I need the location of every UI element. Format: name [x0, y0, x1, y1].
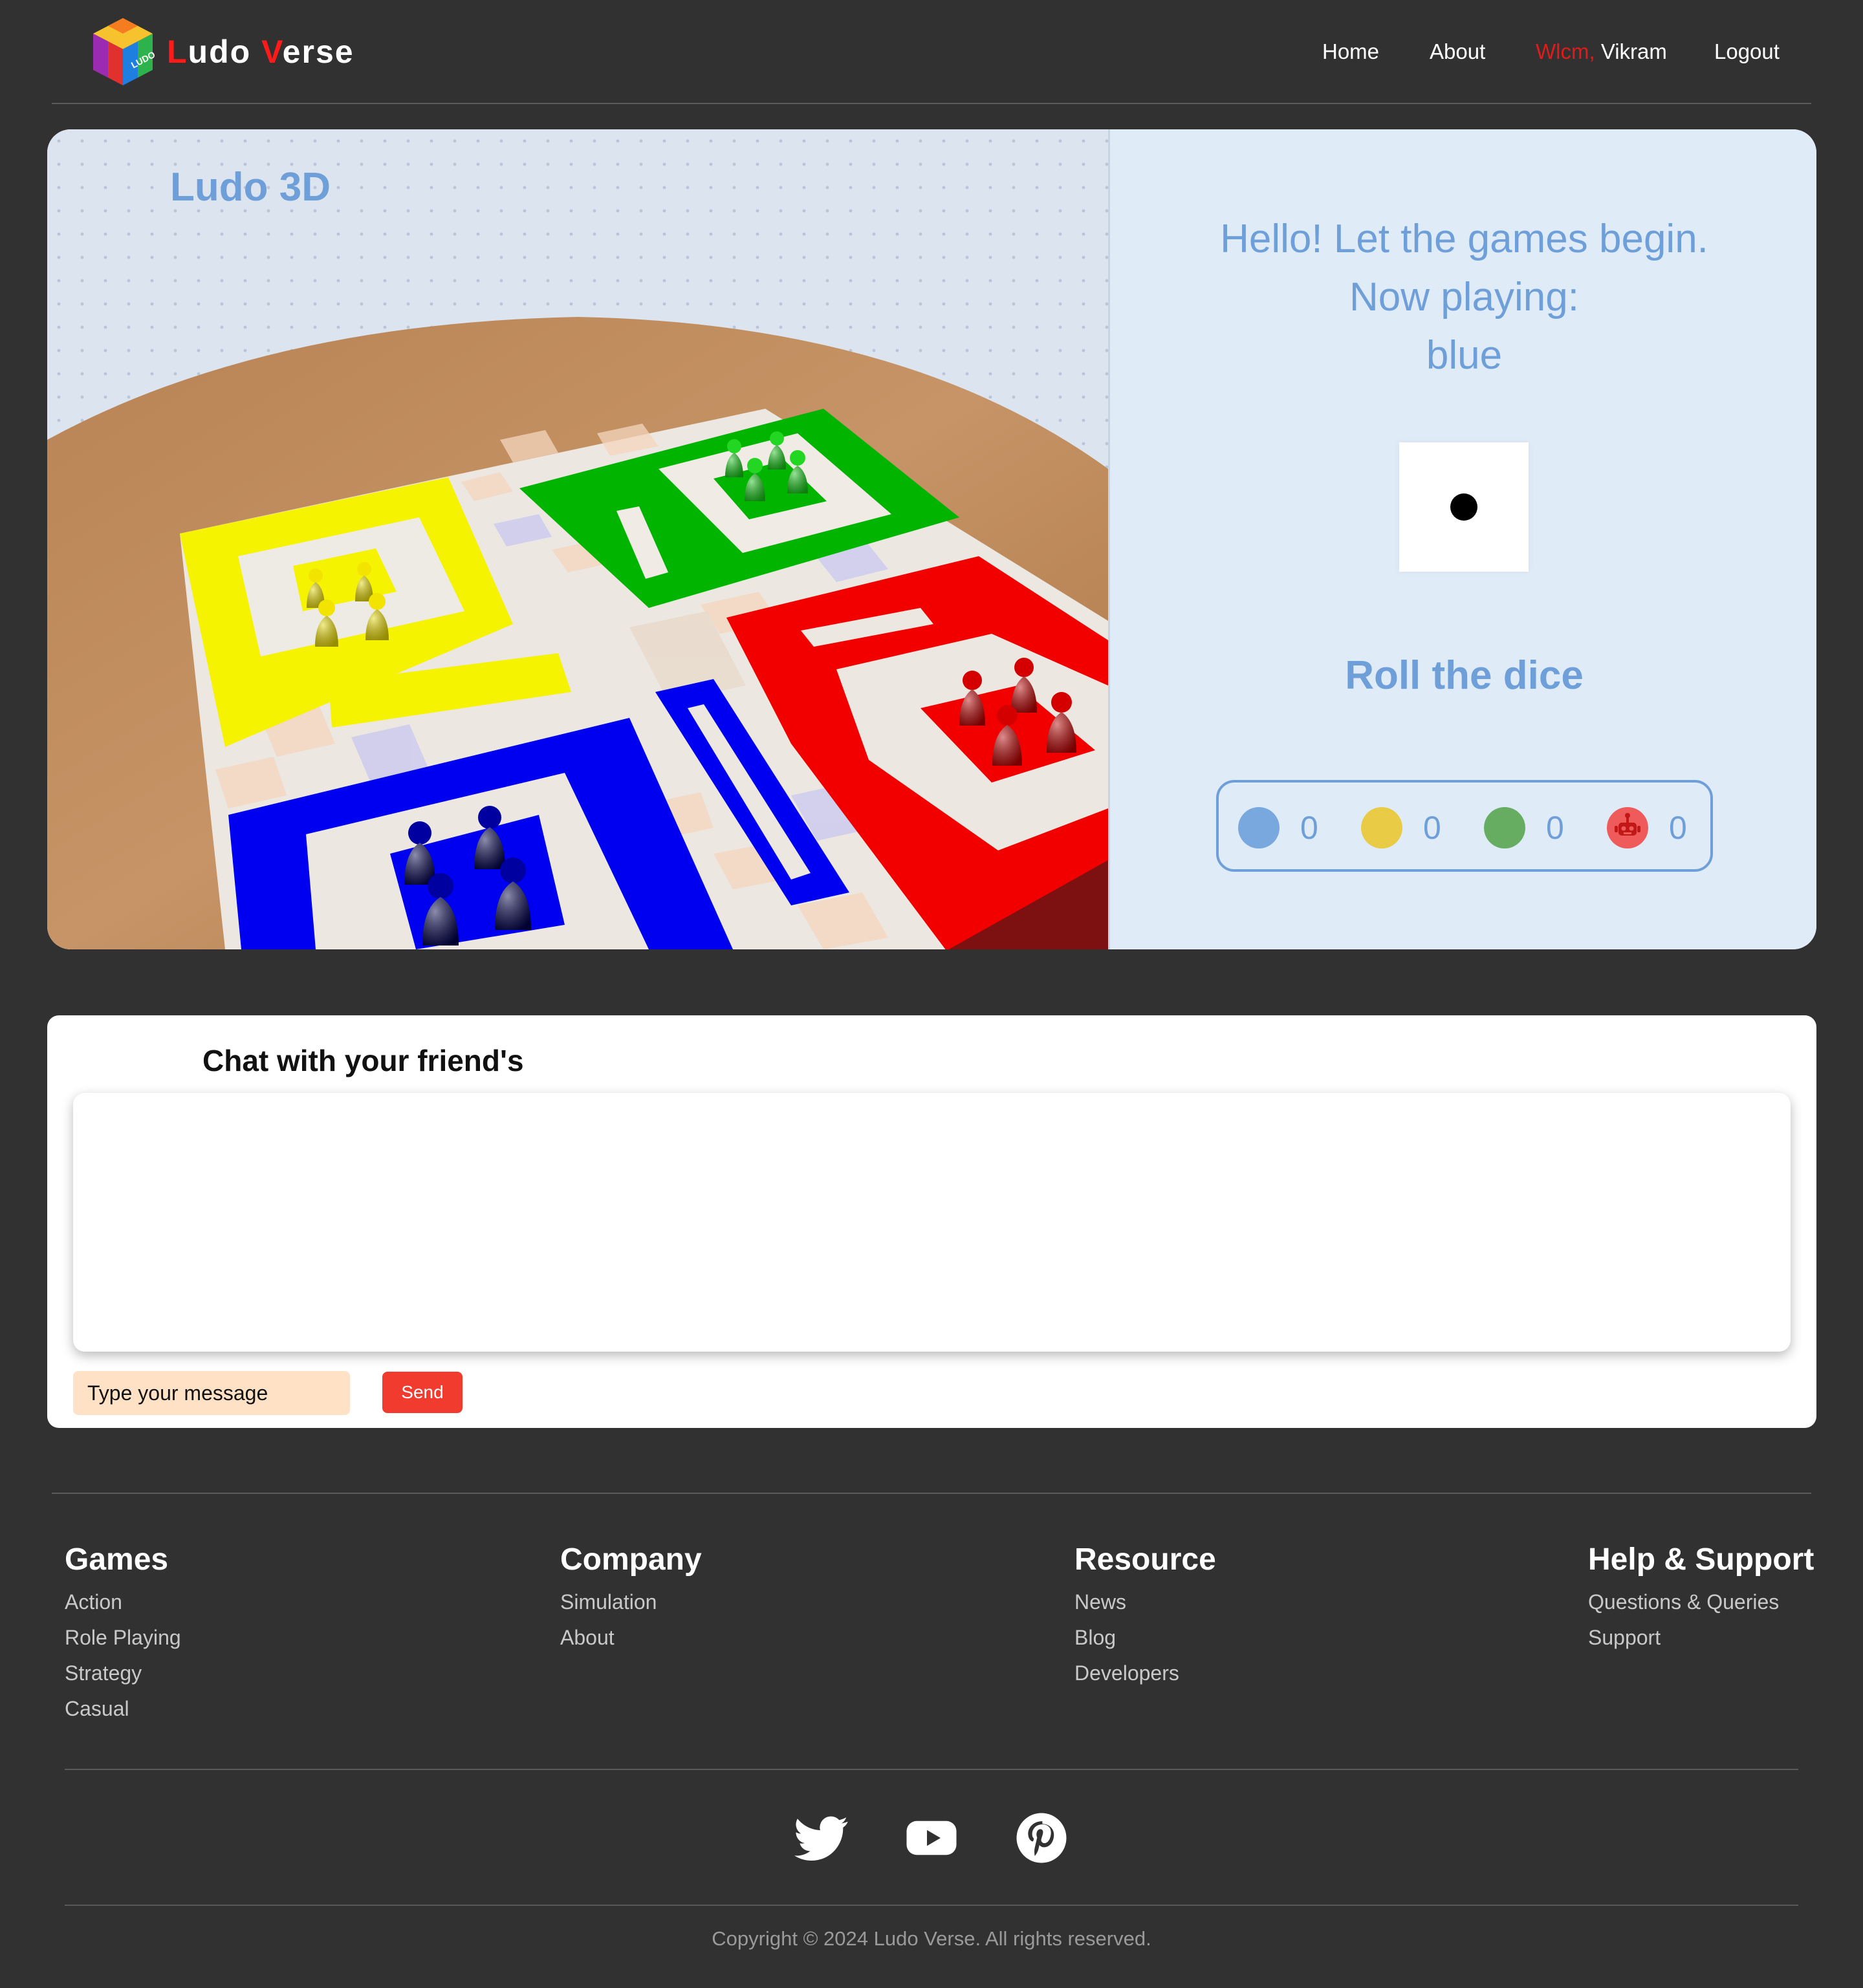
- game-card: Ludo 3D Hello! Let the games begin. Now …: [47, 129, 1816, 949]
- footer-link-about[interactable]: About: [560, 1620, 702, 1656]
- scoreboard: 0 0 0 0: [1216, 780, 1713, 872]
- green-player-dot-icon: [1484, 807, 1525, 848]
- footer-link-role-playing[interactable]: Role Playing: [65, 1620, 181, 1656]
- score-yellow-value: 0: [1423, 810, 1441, 846]
- blue-player-dot-icon: [1238, 807, 1280, 848]
- game-message: Hello! Let the games begin. Now playing:…: [1110, 210, 1816, 385]
- footer-column-resource: Resource News Blog Developers: [1074, 1539, 1216, 1691]
- nav-home-link[interactable]: Home: [1322, 36, 1379, 67]
- game-title: Ludo 3D: [170, 165, 331, 210]
- current-player-label: blue: [1426, 333, 1503, 378]
- site-header: LUDO Ludo Verse Home About Wlcm, Vikram …: [0, 0, 1863, 105]
- footer-link-casual[interactable]: Casual: [65, 1691, 181, 1727]
- footer-link-news[interactable]: News: [1074, 1584, 1216, 1620]
- score-green-value: 0: [1546, 810, 1564, 846]
- score-red-value: 0: [1669, 810, 1687, 846]
- footer-divider-middle: [65, 1769, 1798, 1770]
- brand-name[interactable]: Ludo Verse: [167, 31, 354, 72]
- brand-word-erse: erse: [282, 34, 354, 70]
- header-divider: [52, 103, 1811, 104]
- twitter-icon[interactable]: [794, 1811, 849, 1865]
- pinterest-icon[interactable]: [1014, 1811, 1069, 1865]
- nav-about-link[interactable]: About: [1430, 36, 1485, 67]
- dice-button[interactable]: [1399, 442, 1529, 572]
- footer-heading-resource: Resource: [1074, 1542, 1216, 1577]
- nav-welcome-user: Wlcm, Vikram: [1536, 36, 1667, 67]
- footer-heading-company: Company: [560, 1542, 702, 1577]
- brand-word-udo: udo: [188, 34, 262, 70]
- brand-initial-l: L: [167, 34, 188, 70]
- footer-link-questions-queries[interactable]: Questions & Queries: [1588, 1584, 1814, 1620]
- game-message-line2: Now playing:: [1349, 275, 1579, 319]
- ludo-3d-board[interactable]: [47, 129, 1108, 949]
- roll-the-dice-label: Roll the dice: [1345, 653, 1584, 698]
- chat-message-input[interactable]: [73, 1371, 350, 1415]
- footer-link-support[interactable]: Support: [1588, 1620, 1814, 1656]
- game-message-line1: Hello! Let the games begin.: [1220, 217, 1708, 261]
- footer-link-blog[interactable]: Blog: [1074, 1620, 1216, 1656]
- footer-link-simulation[interactable]: Simulation: [560, 1584, 702, 1620]
- footer-column-help-support: Help & Support Questions & Queries Suppo…: [1588, 1539, 1814, 1656]
- footer-heading-games: Games: [65, 1542, 169, 1577]
- footer-divider-bottom: [65, 1905, 1798, 1906]
- brand-initial-v: V: [261, 34, 283, 70]
- footer-column-company: Company Simulation About: [560, 1539, 702, 1656]
- game-status-panel: Hello! Let the games begin. Now playing:…: [1108, 129, 1816, 949]
- youtube-icon[interactable]: [904, 1811, 959, 1865]
- send-button[interactable]: Send: [382, 1372, 463, 1413]
- chat-messages-area[interactable]: [73, 1093, 1791, 1352]
- score-blue-value: 0: [1300, 810, 1318, 846]
- footer-link-action[interactable]: Action: [65, 1584, 181, 1620]
- chat-title: Chat with your friend's: [202, 1044, 524, 1077]
- footer-link-strategy[interactable]: Strategy: [65, 1656, 181, 1691]
- ludo-logo-icon[interactable]: LUDO: [91, 17, 157, 88]
- welcome-greeting: Wlcm,: [1536, 39, 1595, 63]
- copyright-text: Copyright © 2024 Ludo Verse. All rights …: [712, 1927, 1151, 1950]
- footer-divider-top: [52, 1493, 1811, 1494]
- welcome-username: Vikram: [1600, 39, 1667, 63]
- footer-column-games: Games Action Role Playing Strategy Casua…: [65, 1539, 181, 1727]
- footer-heading-help-support: Help & Support: [1588, 1542, 1814, 1577]
- dice-pip: [1450, 493, 1477, 521]
- nav-logout-link[interactable]: Logout: [1714, 36, 1780, 67]
- chat-card: Chat with your friend's Send: [47, 1015, 1816, 1428]
- ludo-board-viewport[interactable]: Ludo 3D: [47, 129, 1108, 949]
- footer-link-developers[interactable]: Developers: [1074, 1656, 1216, 1691]
- yellow-player-dot-icon: [1361, 807, 1402, 848]
- robot-icon: [1607, 807, 1648, 848]
